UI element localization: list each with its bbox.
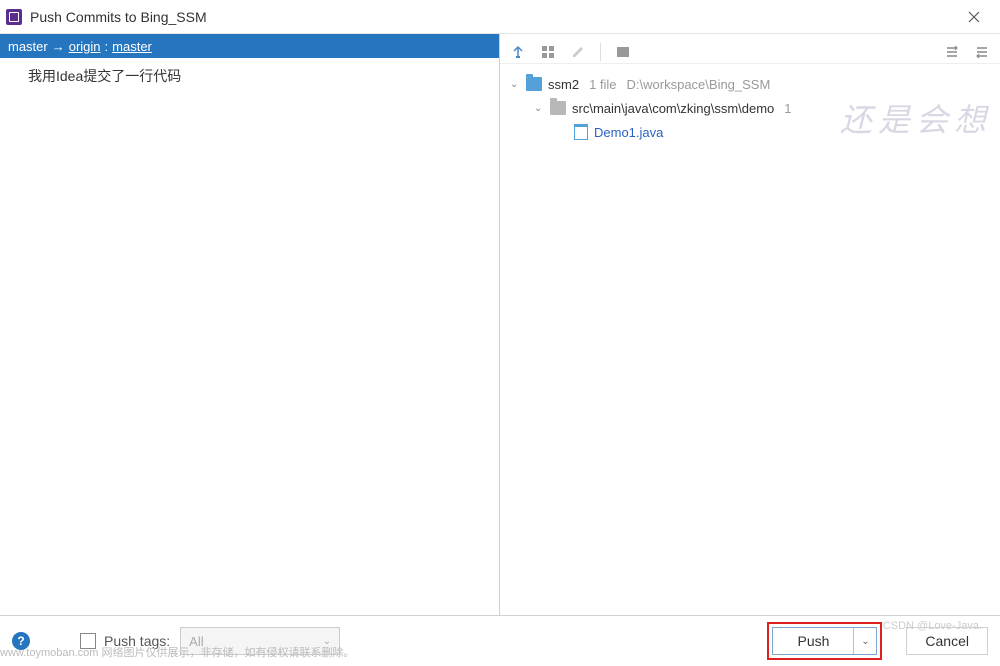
tree-folder[interactable]: ⌄ src\main\java\com\zking\ssm\demo 1 [510, 96, 990, 120]
preview-icon[interactable] [615, 44, 631, 60]
push-dropdown[interactable]: ⌄ [854, 628, 876, 654]
root-name: ssm2 [548, 77, 579, 92]
arrow-icon: → [52, 39, 65, 54]
tags-select-value: All [189, 634, 203, 649]
remote-name[interactable]: origin [69, 39, 101, 54]
separator [600, 43, 601, 61]
commit-item[interactable]: 我用Idea提交了一行代码 [0, 64, 499, 88]
expand-all-icon[interactable] [510, 44, 526, 60]
chevron-down-icon[interactable]: ⌄ [534, 103, 544, 114]
root-meta: 1 file [589, 77, 616, 92]
help-button[interactable]: ? [12, 632, 30, 650]
bottom-bar: ? Push tags: All ⌄ Push ⌄ Cancel [0, 616, 1000, 666]
close-button[interactable] [954, 2, 994, 32]
folder-path: src\main\java\com\zking\ssm\demo [572, 101, 774, 116]
folder-meta: 1 [784, 101, 791, 116]
push-tags-label: Push tags: [104, 633, 170, 649]
title-bar: Push Commits to Bing_SSM [0, 0, 1000, 34]
commits-panel: master → origin : master 我用Idea提交了一行代码 [0, 34, 500, 615]
close-icon [968, 11, 980, 23]
push-button[interactable]: Push ⌄ [772, 627, 877, 655]
push-tags-checkbox[interactable] [80, 633, 96, 649]
settings-icon-1[interactable] [944, 44, 960, 60]
module-icon [526, 77, 542, 91]
settings-icon-2[interactable] [974, 44, 990, 60]
local-branch: master [8, 39, 48, 54]
main-split: master → origin : master 我用Idea提交了一行代码 [0, 34, 1000, 616]
commit-list: 我用Idea提交了一行代码 [0, 58, 499, 615]
chevron-down-icon: ⌄ [323, 636, 331, 647]
colon: : [105, 39, 109, 54]
push-button-label: Push [773, 628, 854, 654]
group-by-icon[interactable] [540, 44, 556, 60]
files-toolbar [500, 40, 1000, 64]
tags-select: All ⌄ [180, 627, 340, 655]
push-button-highlight: Push ⌄ [767, 622, 882, 660]
folder-icon [550, 101, 566, 115]
files-panel: ⌄ ssm2 1 file D:\workspace\Bing_SSM ⌄ sr… [500, 34, 1000, 615]
tree-file[interactable]: Demo1.java [510, 120, 990, 144]
file-tree: ⌄ ssm2 1 file D:\workspace\Bing_SSM ⌄ sr… [500, 68, 1000, 615]
tree-root[interactable]: ⌄ ssm2 1 file D:\workspace\Bing_SSM [510, 72, 990, 96]
java-file-icon [574, 124, 588, 140]
push-tags-option[interactable]: Push tags: [80, 633, 170, 649]
app-icon [6, 9, 22, 25]
root-path: D:\workspace\Bing_SSM [627, 77, 771, 92]
chevron-down-icon[interactable]: ⌄ [510, 79, 520, 90]
branch-selector[interactable]: master → origin : master [0, 34, 499, 58]
cancel-button[interactable]: Cancel [906, 627, 988, 655]
window-title: Push Commits to Bing_SSM [30, 9, 954, 25]
file-name: Demo1.java [594, 125, 663, 140]
edit-icon[interactable] [570, 44, 586, 60]
remote-branch[interactable]: master [112, 39, 152, 54]
